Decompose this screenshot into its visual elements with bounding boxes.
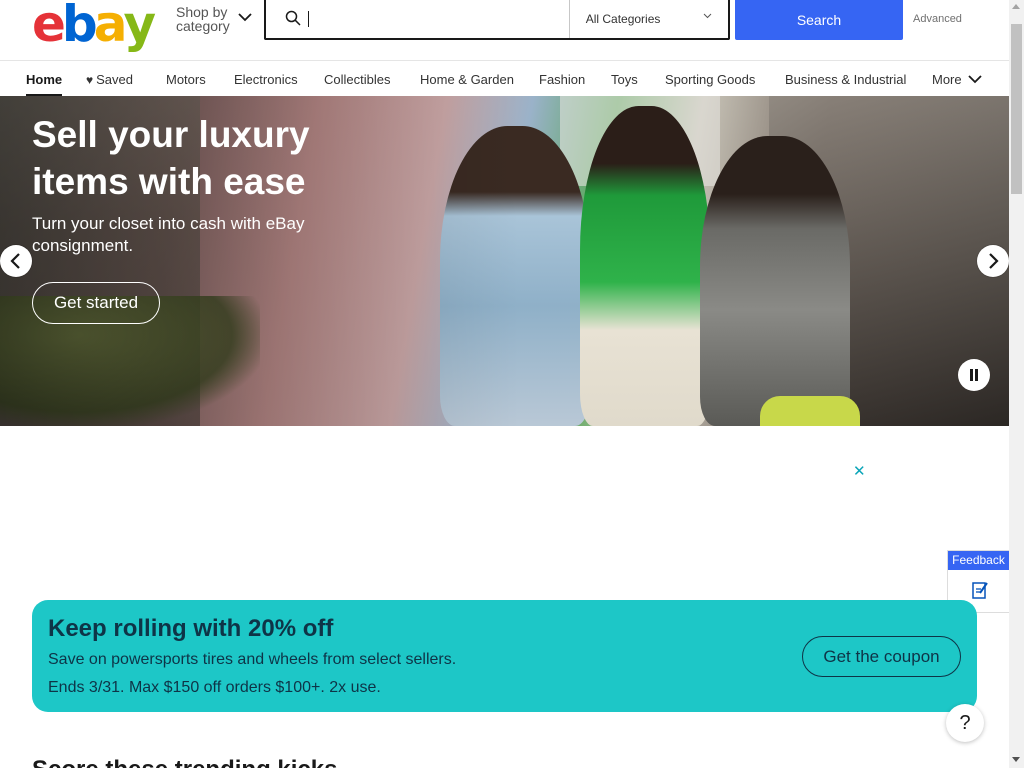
nav-item-more-label: More bbox=[932, 72, 962, 87]
nav-item-sporting-goods[interactable]: Sporting Goods bbox=[665, 72, 755, 87]
hero-photo-person bbox=[580, 106, 710, 426]
nav-item-electronics[interactable]: Electronics bbox=[234, 72, 298, 87]
section-heading: Score these trending kicks bbox=[32, 756, 337, 768]
nav-item-saved-label: Saved bbox=[96, 72, 133, 87]
hero-title: Sell your luxury items with ease bbox=[32, 114, 310, 202]
scrollbar-thumb[interactable] bbox=[1011, 24, 1022, 194]
search-button[interactable]: Search bbox=[735, 0, 903, 40]
scroll-down-arrow-icon[interactable] bbox=[1012, 757, 1020, 762]
chevron-left-icon bbox=[10, 253, 20, 269]
hero-photo-handbag bbox=[760, 396, 860, 426]
carousel-pause-button[interactable] bbox=[958, 359, 990, 391]
heart-icon: ♥ bbox=[86, 73, 94, 87]
shop-by-category-button[interactable]: Shop by category bbox=[176, 4, 252, 34]
logo-letter: y bbox=[123, 0, 156, 53]
global-header: ebay Shop by category All Categories Sea… bbox=[0, 0, 1009, 60]
nav-item-business-industrial[interactable]: Business & Industrial bbox=[785, 72, 906, 87]
search-field-wrapper bbox=[266, 0, 569, 38]
nav-item-home[interactable]: Home bbox=[26, 72, 63, 96]
search-bar: All Categories bbox=[264, 0, 730, 40]
carousel-next-button[interactable] bbox=[977, 245, 1009, 277]
hero-photo-person bbox=[700, 136, 850, 426]
nav-item-motors[interactable]: Motors bbox=[166, 72, 206, 87]
get-coupon-button[interactable]: Get the coupon bbox=[802, 636, 961, 677]
question-mark-icon: ? bbox=[959, 711, 971, 734]
scroll-up-arrow-icon[interactable] bbox=[1012, 4, 1020, 9]
close-icon[interactable]: ✕ bbox=[853, 462, 866, 480]
promo-description: Save on powersports tires and wheels fro… bbox=[48, 651, 457, 668]
category-select-value: All Categories bbox=[585, 12, 661, 26]
chevron-down-icon bbox=[968, 75, 982, 84]
feedback-edit-icon bbox=[972, 582, 988, 599]
chevron-down-icon bbox=[703, 13, 712, 19]
page-scrollbar[interactable] bbox=[1009, 0, 1024, 768]
logo-letter: b bbox=[61, 0, 98, 53]
feedback-label: Feedback bbox=[948, 551, 1009, 570]
chevron-right-icon bbox=[989, 253, 999, 269]
carousel-prev-button[interactable] bbox=[0, 245, 32, 277]
nav-item-saved[interactable]: ♥ Saved bbox=[86, 72, 133, 87]
ebay-logo[interactable]: ebay bbox=[32, 0, 156, 53]
hero-subtitle: Turn your closet into cash with eBay con… bbox=[32, 214, 305, 255]
logo-letter: a bbox=[93, 0, 128, 53]
advanced-search-link[interactable]: Advanced bbox=[913, 13, 962, 25]
logo-letter: e bbox=[32, 0, 66, 53]
pause-icon bbox=[970, 369, 978, 381]
category-select[interactable]: All Categories bbox=[568, 0, 728, 38]
promo-banner[interactable]: Keep rolling with 20% off Save on powers… bbox=[32, 600, 977, 712]
hero-banner[interactable]: Sell your luxury items with ease Turn yo… bbox=[0, 96, 1009, 426]
category-nav: Home ♥ Saved Motors Electronics Collectib… bbox=[0, 60, 1009, 96]
search-icon bbox=[285, 10, 301, 26]
nav-item-fashion[interactable]: Fashion bbox=[539, 72, 585, 87]
shop-by-label-line2: category bbox=[176, 18, 230, 34]
text-cursor bbox=[308, 11, 309, 27]
promo-title: Keep rolling with 20% off bbox=[48, 615, 334, 642]
nav-item-more[interactable]: More bbox=[932, 72, 984, 87]
nav-item-toys[interactable]: Toys bbox=[611, 72, 638, 87]
search-input[interactable] bbox=[306, 7, 556, 31]
promo-terms: Ends 3/31. Max $150 off orders $100+. 2x… bbox=[48, 679, 381, 696]
shop-by-label-line1: Shop by bbox=[176, 4, 228, 20]
nav-item-collectibles[interactable]: Collectibles bbox=[324, 72, 390, 87]
nav-item-home-garden[interactable]: Home & Garden bbox=[420, 72, 514, 87]
get-started-button[interactable]: Get started bbox=[32, 282, 160, 324]
chevron-down-icon bbox=[238, 13, 252, 22]
help-button[interactable]: ? bbox=[946, 704, 984, 742]
